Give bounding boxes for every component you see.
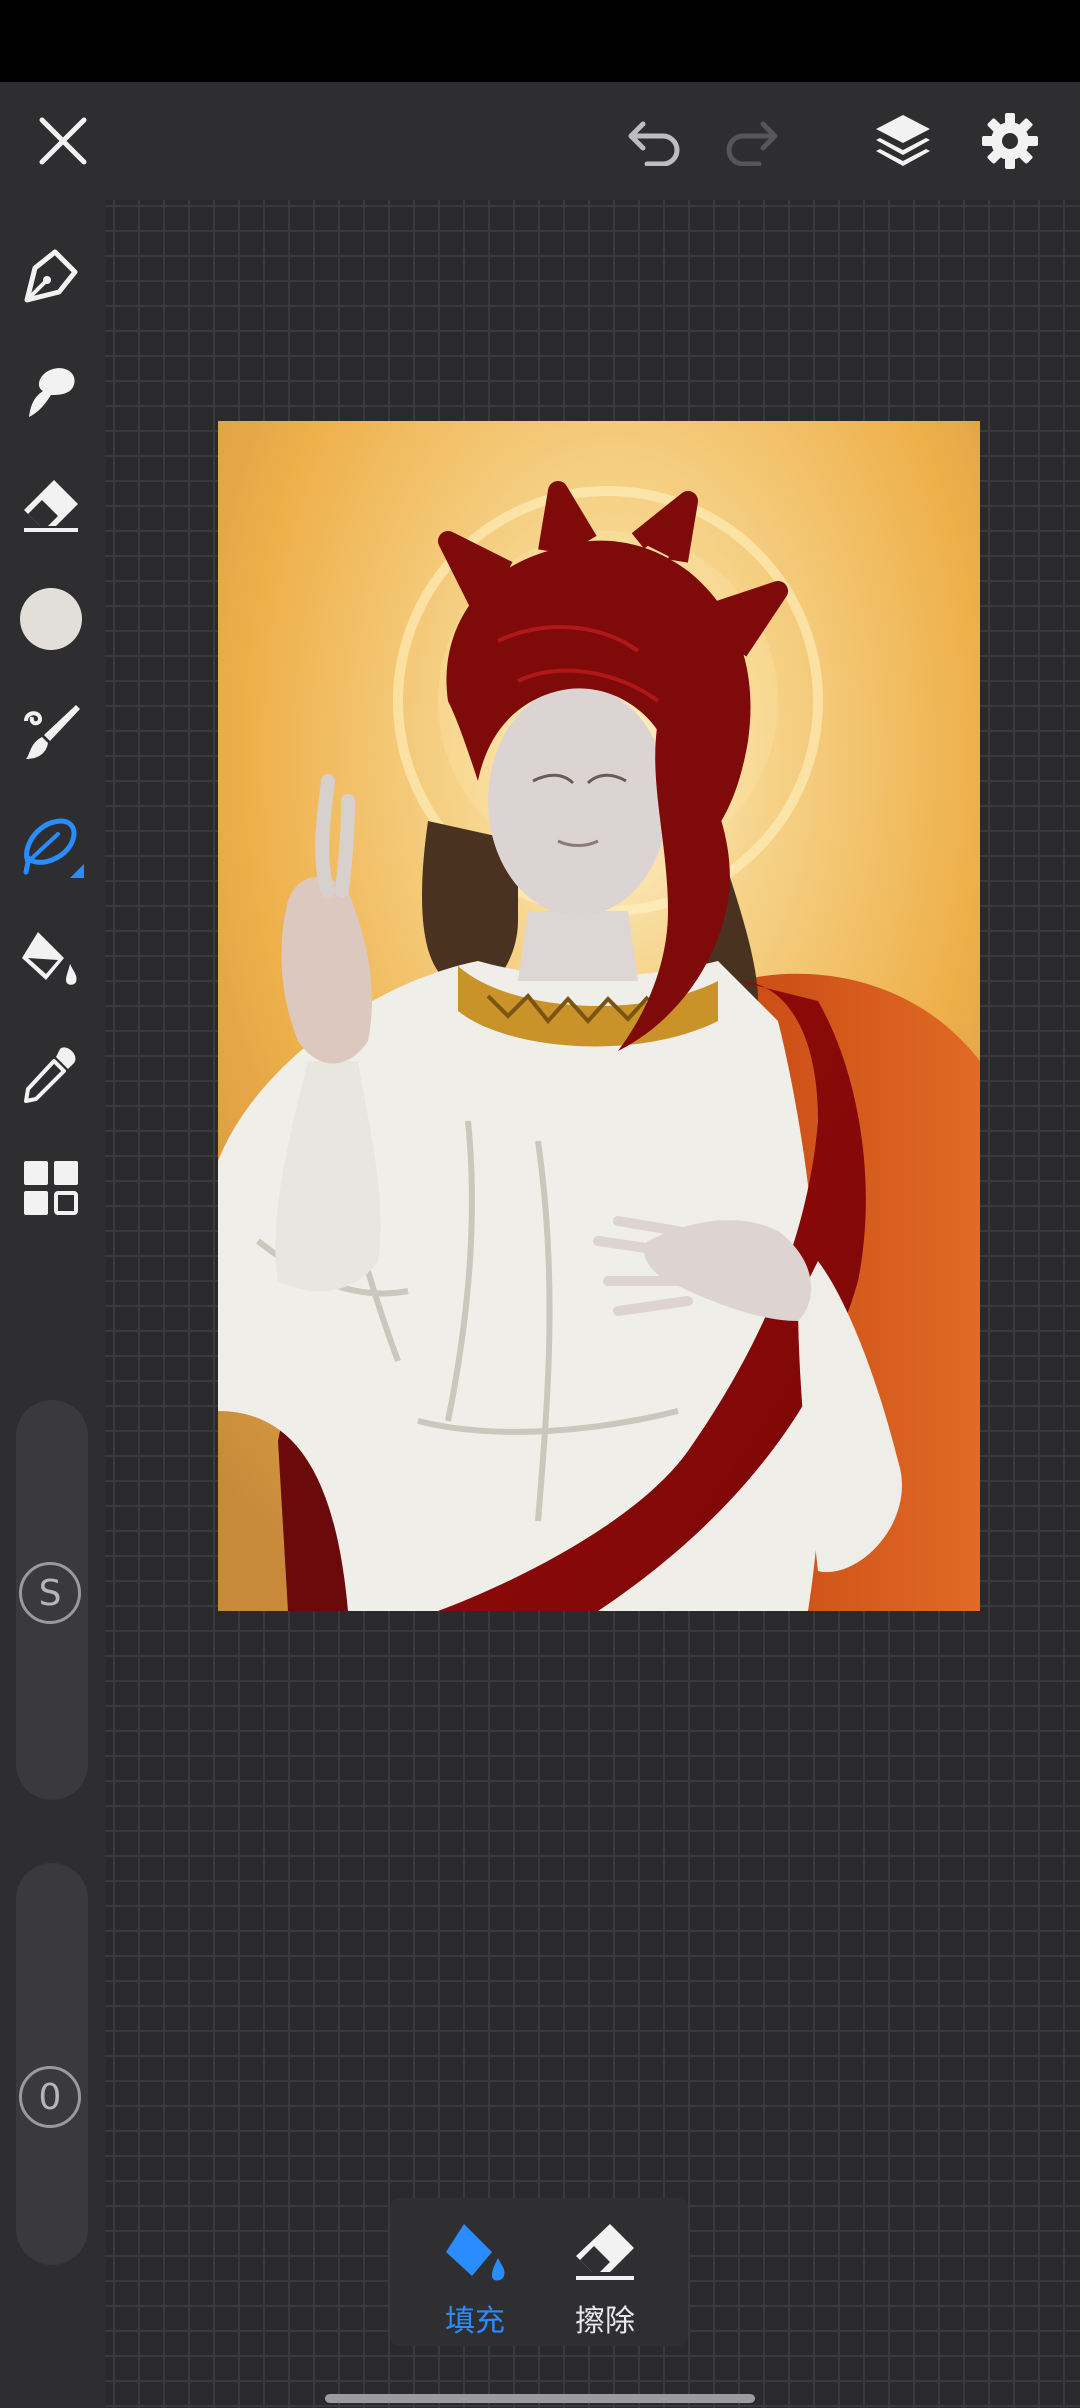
more-tools[interactable]	[15, 1152, 87, 1224]
grid-icon	[24, 1161, 78, 1215]
gear-icon	[982, 113, 1038, 169]
home-indicator[interactable]	[325, 2394, 755, 2403]
settings-button[interactable]	[965, 82, 1055, 200]
fill-mode-label: 填充	[445, 2304, 505, 2339]
undo-button[interactable]	[610, 82, 700, 200]
eraser-icon	[24, 480, 78, 532]
fill-mode-button[interactable]: 填充	[405, 2198, 545, 2346]
eraser-icon	[576, 2224, 634, 2280]
fill-tool[interactable]	[15, 922, 87, 994]
paint-bucket-icon	[22, 932, 77, 985]
layers-icon	[876, 115, 930, 166]
undo-icon	[628, 121, 680, 166]
redo-icon	[726, 121, 778, 166]
erase-mode-label: 擦除	[575, 2304, 635, 2339]
redo-button[interactable]	[706, 82, 796, 200]
paint-bucket-icon	[446, 2224, 505, 2281]
lasso-tool[interactable]	[15, 810, 87, 882]
lasso-icon	[23, 818, 84, 878]
eraser-tool[interactable]	[15, 468, 87, 540]
close-button[interactable]	[18, 82, 108, 200]
size-slider-knob[interactable]: S	[19, 1562, 81, 1624]
layers-button[interactable]	[858, 82, 948, 200]
opacity-slider-label: 0	[38, 2076, 62, 2118]
pen-nib-icon	[24, 249, 78, 303]
eyedropper-tool[interactable]	[15, 1038, 87, 1110]
size-slider-label: S	[38, 1572, 62, 1614]
brush-tool[interactable]	[15, 696, 87, 768]
brush-size-slider[interactable]: S	[16, 1400, 88, 1800]
color-picker[interactable]	[15, 583, 87, 655]
erase-mode-button[interactable]: 擦除	[535, 2198, 675, 2346]
left-toolbar: S 0	[0, 200, 105, 2408]
close-icon	[39, 117, 87, 165]
eyedropper-icon	[24, 1047, 76, 1103]
smudge-icon	[29, 368, 75, 417]
artwork-image[interactable]	[218, 421, 980, 1611]
status-bar	[0, 0, 1080, 82]
opacity-slider-knob[interactable]: 0	[19, 2066, 81, 2128]
brush-icon	[24, 705, 80, 759]
smudge-tool[interactable]	[15, 355, 87, 427]
pen-tool[interactable]	[15, 240, 87, 312]
fill-mode-panel: 填充 擦除	[390, 2198, 688, 2346]
opacity-slider[interactable]: 0	[16, 1863, 88, 2265]
top-toolbar	[0, 82, 1080, 200]
color-circle-icon	[20, 588, 82, 650]
